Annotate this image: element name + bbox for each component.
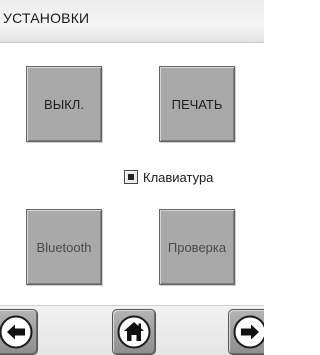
check-button[interactable]: Проверка xyxy=(159,209,235,285)
settings-screen: УСТАНОВКИ ВЫКЛ. ПЕЧАТЬ Клавиатура Blueto… xyxy=(0,0,264,355)
arrow-right-icon xyxy=(233,315,264,349)
check-button-label: Проверка xyxy=(167,239,227,255)
title-bar: УСТАНОВКИ xyxy=(0,0,264,43)
page-title: УСТАНОВКИ xyxy=(3,10,90,26)
bluetooth-button-label: Bluetooth xyxy=(36,239,92,255)
bluetooth-button[interactable]: Bluetooth xyxy=(26,209,102,285)
forward-button[interactable] xyxy=(228,309,264,355)
keyboard-checkbox-row[interactable]: Клавиатура xyxy=(124,168,213,186)
keyboard-checkbox[interactable] xyxy=(124,170,138,184)
back-button[interactable] xyxy=(0,309,38,355)
print-button-label: ПЕЧАТЬ xyxy=(171,96,223,112)
power-off-button-label: ВЫКЛ. xyxy=(44,96,84,112)
home-icon xyxy=(117,315,151,349)
keyboard-checkbox-label: Клавиатура xyxy=(143,169,214,185)
checkbox-checked-icon xyxy=(128,174,134,180)
arrow-left-icon xyxy=(0,315,33,349)
print-button[interactable]: ПЕЧАТЬ xyxy=(159,66,235,142)
home-button[interactable] xyxy=(112,309,156,355)
power-off-button[interactable]: ВЫКЛ. xyxy=(26,66,102,142)
